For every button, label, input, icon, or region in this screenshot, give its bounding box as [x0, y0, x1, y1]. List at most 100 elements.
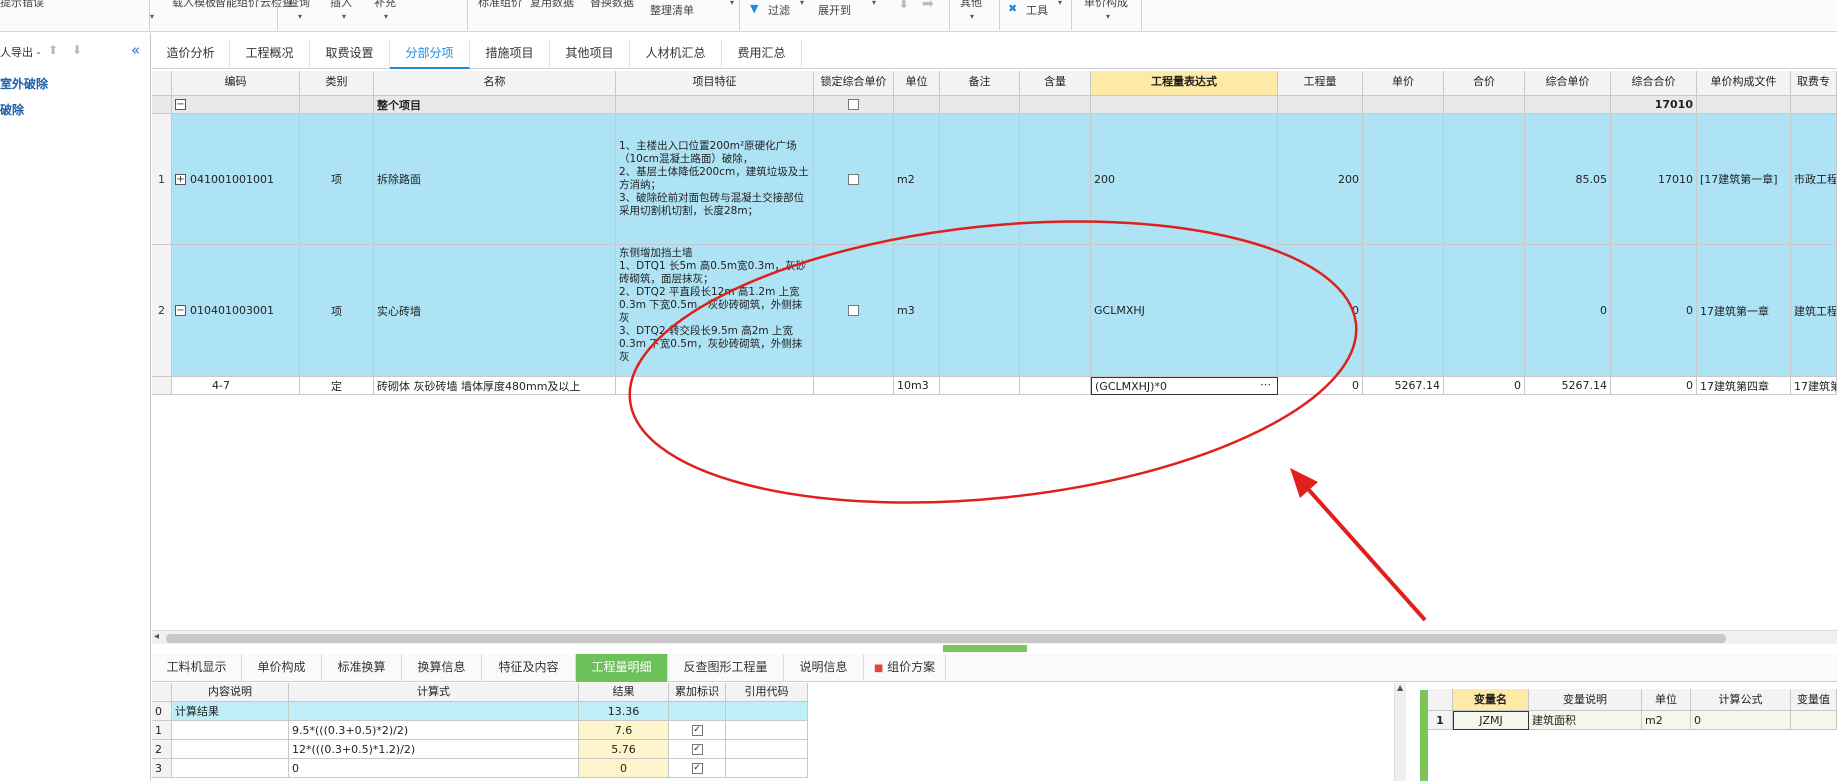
detail-result[interactable]: 7.6 [579, 721, 669, 740]
row-type[interactable]: 项 [300, 245, 374, 377]
row-fee[interactable]: 建筑工程 [1791, 245, 1837, 377]
var-formula[interactable]: 0 [1691, 711, 1791, 730]
row-unit-comp[interactable]: 85.05 [1525, 114, 1611, 245]
row-expression[interactable]: 200 [1091, 114, 1278, 245]
row-unit-comp[interactable]: 5267.14 [1525, 377, 1611, 395]
tab-other-items[interactable]: 其他项目 [550, 39, 630, 69]
row-fee[interactable]: 市政工程 [1791, 114, 1837, 245]
row-name[interactable]: 砖砌体 灰砂砖墙 墙体厚度480mm及以上 [374, 377, 616, 395]
detail-desc[interactable]: 计算结果 [172, 702, 289, 721]
row-feature[interactable]: 东侧增加挡土墙 1、DTQ1 长5m 高0.5m宽0.3m，灰砂砖砌筑，面层抹灰… [616, 245, 814, 377]
row-comp-file[interactable]: [17建筑第一章] [1697, 114, 1791, 245]
row-code-cell[interactable]: −010401003001 [172, 245, 300, 377]
var-header-unit[interactable]: 单位 [1642, 689, 1691, 711]
header-feature[interactable]: 项目特征 [616, 71, 814, 96]
expand-icon[interactable]: + [175, 173, 186, 185]
row-remark[interactable] [940, 245, 1020, 377]
header-name[interactable]: 名称 [374, 71, 616, 96]
var-header-value[interactable]: 变量值 [1791, 689, 1837, 711]
tab-quantity-detail[interactable]: 工程量明细 [576, 654, 668, 682]
row-sum[interactable] [1444, 245, 1525, 377]
tab-unit-composition[interactable]: 单价构成 [242, 654, 322, 682]
header-sum[interactable]: 合价 [1444, 71, 1525, 96]
header-quantity[interactable]: 工程量 [1278, 71, 1363, 96]
tab-conversion-info[interactable]: 换算信息 [402, 654, 482, 682]
row-comp-file[interactable]: 17建筑第四章 [1697, 377, 1791, 395]
accumulate-checkbox[interactable]: ✓ [691, 724, 703, 736]
row-unit-price[interactable]: 5267.14 [1363, 377, 1444, 395]
var-value[interactable] [1791, 711, 1837, 730]
accumulate-checkbox[interactable]: ✓ [691, 743, 703, 755]
header-unit-price[interactable]: 单价 [1363, 71, 1444, 96]
accumulate-checkbox[interactable]: ✓ [691, 762, 703, 774]
tab-fee-settings[interactable]: 取费设置 [310, 39, 390, 69]
var-header-desc[interactable]: 变量说明 [1529, 689, 1642, 711]
row-expression[interactable]: GCLMXHJ [1091, 245, 1278, 377]
detail-header-ref[interactable]: 引用代码 [726, 683, 808, 702]
header-lock-price[interactable]: 锁定综合单价 [814, 71, 894, 96]
detail-formula[interactable]: 12*(((0.3+0.5)*1.2)/2) [289, 740, 579, 759]
export-button[interactable]: 人导出 - [0, 44, 40, 60]
vertical-scrollbar[interactable]: ▲ [1394, 683, 1406, 781]
lock-checkbox[interactable] [848, 99, 859, 110]
detail-header-desc[interactable]: 内容说明 [172, 683, 289, 702]
detail-accumulate[interactable]: ✓ [669, 721, 726, 740]
row-content[interactable] [1020, 377, 1091, 395]
detail-header-formula[interactable]: 计算式 [289, 683, 579, 702]
detail-ref[interactable] [726, 759, 808, 778]
detail-formula[interactable]: 9.5*(((0.3+0.5)*2)/2) [289, 721, 579, 740]
collapse-panel-icon[interactable]: « [131, 41, 140, 59]
expression-editor[interactable]: (GCLMXHJ)*0 ⋯ [1091, 377, 1278, 395]
detail-result[interactable]: 5.76 [579, 740, 669, 759]
scroll-left-icon[interactable]: ◂ [154, 631, 159, 642]
scroll-up-icon[interactable]: ▲ [1397, 683, 1403, 692]
tab-project-overview[interactable]: 工程概况 [230, 39, 310, 69]
tab-labor-material[interactable]: 人材机汇总 [630, 39, 722, 69]
row-unit[interactable]: m3 [894, 245, 940, 377]
variables-panel-splitter[interactable] [1420, 690, 1428, 781]
tab-reverse-graphic[interactable]: 反查图形工程量 [668, 654, 784, 682]
detail-header-result[interactable]: 结果 [579, 683, 669, 702]
collapse-icon[interactable]: − [175, 99, 186, 110]
detail-accumulate[interactable]: ✓ [669, 759, 726, 778]
row-feature[interactable]: 1、主楼出入口位置200m²原硬化广场（10cm混凝土路面）破除， 2、基层土体… [616, 114, 814, 245]
detail-result[interactable]: 0 [579, 759, 669, 778]
detail-desc[interactable] [172, 740, 289, 759]
arrow-down-icon[interactable]: ⬇ [72, 43, 82, 57]
header-expression[interactable]: 工程量表达式 [1091, 71, 1278, 96]
tab-sub-items[interactable]: 分部分项 [390, 39, 470, 69]
row-unit-comp[interactable]: 0 [1525, 245, 1611, 377]
row-remark[interactable] [940, 377, 1020, 395]
row-unit-price[interactable] [1363, 114, 1444, 245]
horizontal-scrollbar[interactable]: ◂ [152, 630, 1837, 644]
detail-desc[interactable] [172, 721, 289, 740]
panel-splitter[interactable] [943, 645, 1027, 652]
detail-ref[interactable] [726, 702, 808, 721]
detail-formula[interactable] [289, 702, 579, 721]
row-code[interactable]: 4-7 [172, 377, 300, 395]
row-quantity[interactable]: 0 [1278, 245, 1363, 377]
header-unit[interactable]: 单位 [894, 71, 940, 96]
scroll-thumb[interactable] [166, 634, 1726, 643]
tab-notes[interactable]: 说明信息 [784, 654, 864, 682]
expression-value[interactable]: (GCLMXHJ)*0 [1095, 380, 1167, 393]
row-name[interactable]: 拆除路面 [374, 114, 616, 245]
tab-fee-summary[interactable]: 费用汇总 [722, 39, 802, 69]
var-name[interactable]: JZMJ [1453, 711, 1529, 730]
row-content[interactable] [1020, 114, 1091, 245]
row-type[interactable]: 定 [300, 377, 374, 395]
tab-cost-analysis[interactable]: 造价分析 [152, 39, 230, 69]
row-remark[interactable] [940, 114, 1020, 245]
detail-formula[interactable]: 0 [289, 759, 579, 778]
tab-labor-display[interactable]: 工料机显示 [152, 654, 242, 682]
var-header-formula[interactable]: 计算公式 [1691, 689, 1791, 711]
lock-checkbox[interactable] [848, 173, 859, 185]
row-unit-price[interactable] [1363, 245, 1444, 377]
arrow-up-icon[interactable]: ⬆ [48, 43, 58, 57]
header-code[interactable]: 编码 [172, 71, 300, 96]
detail-desc[interactable] [172, 759, 289, 778]
more-icon[interactable]: ⋯ [1260, 378, 1271, 391]
var-header-name[interactable]: 变量名 [1453, 689, 1529, 711]
row-quantity[interactable]: 0 [1278, 377, 1363, 395]
detail-result[interactable]: 13.36 [579, 702, 669, 721]
